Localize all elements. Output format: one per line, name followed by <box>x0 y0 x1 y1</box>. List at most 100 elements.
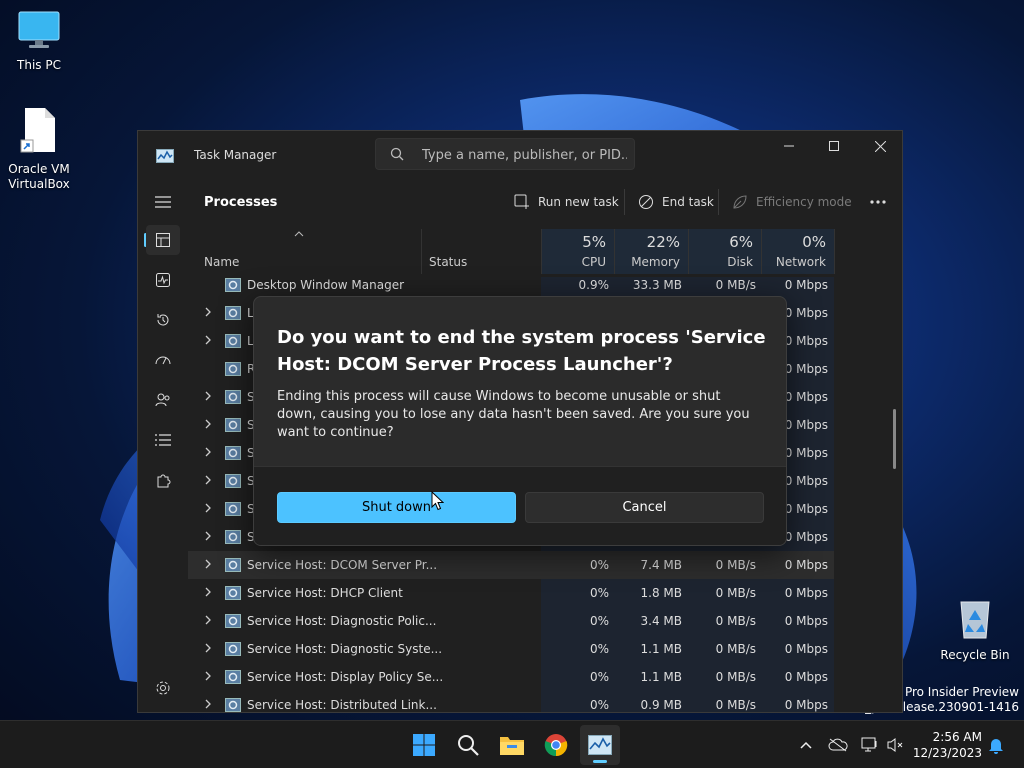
process-name: Service Host: Display Policy Se... <box>247 670 444 684</box>
chevron-right-icon[interactable] <box>204 475 212 485</box>
more-icon <box>870 200 886 204</box>
cpu-value: 0% <box>589 670 609 684</box>
column-header-disk[interactable]: 6% Disk <box>688 229 761 274</box>
end-task-button[interactable]: End task <box>638 192 714 212</box>
search-icon <box>458 735 479 756</box>
table-row[interactable]: Service Host: Diagnostic Polic... 0% 3.4 M… <box>188 607 834 635</box>
network-value: 0 Mbps <box>784 614 828 628</box>
taskbar: 2:56 AM 12/23/2023 <box>0 720 1024 768</box>
memory-value: 0.9 MB <box>640 698 682 712</box>
task-manager-icon <box>588 735 612 755</box>
chevron-up-icon <box>800 741 812 749</box>
close-button[interactable] <box>857 131 902 161</box>
search-input[interactable] <box>422 145 627 165</box>
search-taskbar-button[interactable] <box>448 725 488 765</box>
end-task-label: End task <box>662 195 714 209</box>
hamburger-icon <box>155 196 171 208</box>
memory-value: 33.3 MB <box>632 278 682 292</box>
search-box[interactable] <box>375 138 635 170</box>
table-row[interactable]: Service Host: Display Policy Se... 0% 1.1 … <box>188 663 834 691</box>
leaf-icon <box>733 195 747 209</box>
minimize-button[interactable] <box>766 131 812 161</box>
column-header-status[interactable]: Status <box>421 229 541 274</box>
service-gear-icon <box>225 474 241 488</box>
chevron-right-icon[interactable] <box>204 699 212 709</box>
chevron-right-icon[interactable] <box>204 587 212 597</box>
volume-tray-button[interactable] <box>886 735 906 755</box>
vertical-scrollbar[interactable] <box>893 409 896 469</box>
cancel-button[interactable]: Cancel <box>525 492 764 523</box>
desktop-icon-virtualbox[interactable]: Oracle VM VirtualBox <box>1 106 77 192</box>
process-name: Service Host: DCOM Server Pr... <box>247 558 438 572</box>
disk-value: 0 MB/s <box>715 670 756 684</box>
dialog-message: Ending this process will cause Windows t… <box>277 389 750 440</box>
chevron-right-icon[interactable] <box>204 447 212 457</box>
file-explorer-button[interactable] <box>492 725 532 765</box>
chevron-right-icon[interactable] <box>204 335 212 345</box>
notifications-button[interactable] <box>986 735 1006 755</box>
chevron-right-icon[interactable] <box>204 559 212 569</box>
onedrive-tray-button[interactable] <box>828 735 848 755</box>
nav-processes[interactable] <box>146 225 180 255</box>
memory-value: 1.1 MB <box>640 670 682 684</box>
column-usage-value: 22% <box>646 233 680 251</box>
network-value: 0 Mbps <box>784 698 828 712</box>
nav-settings[interactable] <box>146 673 180 703</box>
table-row[interactable]: Service Host: DHCP Client 0% 1.8 MB 0 MB/s 0… <box>188 579 834 607</box>
disk-value: 0 MB/s <box>715 698 756 712</box>
chevron-right-icon[interactable] <box>204 615 212 625</box>
service-gear-icon <box>225 446 241 460</box>
column-header-name[interactable]: Name <box>188 229 421 274</box>
run-new-task-button[interactable]: Run new task <box>514 192 619 212</box>
show-hidden-icons-button[interactable] <box>796 735 816 755</box>
column-header-memory[interactable]: 22% Memory <box>614 229 688 274</box>
list-icon <box>155 434 171 446</box>
task-manager-taskbar-button[interactable] <box>580 725 620 765</box>
process-name: Service Host: Diagnostic Syste... <box>247 642 443 656</box>
desktop-icon-recycle-bin[interactable]: Recycle Bin <box>937 596 1013 663</box>
cpu-value: 0.9% <box>578 278 610 292</box>
nav-startup-apps[interactable] <box>146 345 180 375</box>
column-header-network[interactable]: 0% Network <box>761 229 835 274</box>
shut-down-button[interactable]: Shut down <box>277 492 516 523</box>
end-process-dialog: Do you want to end the system process 'S… <box>253 296 787 546</box>
process-name: Service Host: Distributed Link... <box>247 698 437 712</box>
title-bar[interactable]: Task Manager <box>138 131 902 179</box>
maximize-button[interactable] <box>811 131 857 161</box>
more-options-button[interactable] <box>866 192 890 212</box>
nav-services[interactable] <box>146 465 180 495</box>
chrome-button[interactable] <box>536 725 576 765</box>
table-row[interactable]: Service Host: DCOM Server Pr... 0% 7.4 MB 0… <box>188 551 834 579</box>
run-new-task-label: Run new task <box>538 195 619 209</box>
chevron-right-icon[interactable] <box>204 643 212 653</box>
desktop-icon-this-pc[interactable]: This PC <box>1 10 77 73</box>
nav-details[interactable] <box>146 425 180 455</box>
performance-icon <box>156 273 170 287</box>
nav-performance[interactable] <box>146 265 180 295</box>
table-row[interactable]: Service Host: Distributed Link... 0% 0.9 M… <box>188 691 834 712</box>
chevron-right-icon[interactable] <box>204 671 212 681</box>
nav-users[interactable] <box>146 385 180 415</box>
column-header-cpu[interactable]: 5% CPU <box>541 229 614 274</box>
recycle-bin-icon <box>960 601 990 639</box>
table-row[interactable]: Service Host: Diagnostic Syste... 0% 1.1 M… <box>188 635 834 663</box>
efficiency-mode-button[interactable]: Efficiency mode <box>732 192 852 212</box>
chevron-right-icon[interactable] <box>204 531 212 541</box>
network-icon <box>861 737 877 752</box>
column-label: CPU <box>581 255 606 269</box>
hamburger-menu-button[interactable] <box>146 187 180 217</box>
service-gear-icon <box>225 502 241 516</box>
start-button[interactable] <box>404 725 444 765</box>
chevron-right-icon[interactable] <box>204 503 212 513</box>
clock[interactable]: 2:56 AM 12/23/2023 <box>912 729 982 761</box>
disk-value: 0 MB/s <box>715 586 756 600</box>
chevron-right-icon[interactable] <box>204 419 212 429</box>
memory-value: 3.4 MB <box>640 614 682 628</box>
minimize-icon <box>784 145 794 147</box>
process-name: Service Host: Diagnostic Polic... <box>247 614 437 628</box>
network-value: 0 Mbps <box>784 558 828 572</box>
network-tray-button[interactable] <box>860 735 880 755</box>
chevron-right-icon[interactable] <box>204 307 212 317</box>
nav-app-history[interactable] <box>146 305 180 335</box>
chevron-right-icon[interactable] <box>204 391 212 401</box>
